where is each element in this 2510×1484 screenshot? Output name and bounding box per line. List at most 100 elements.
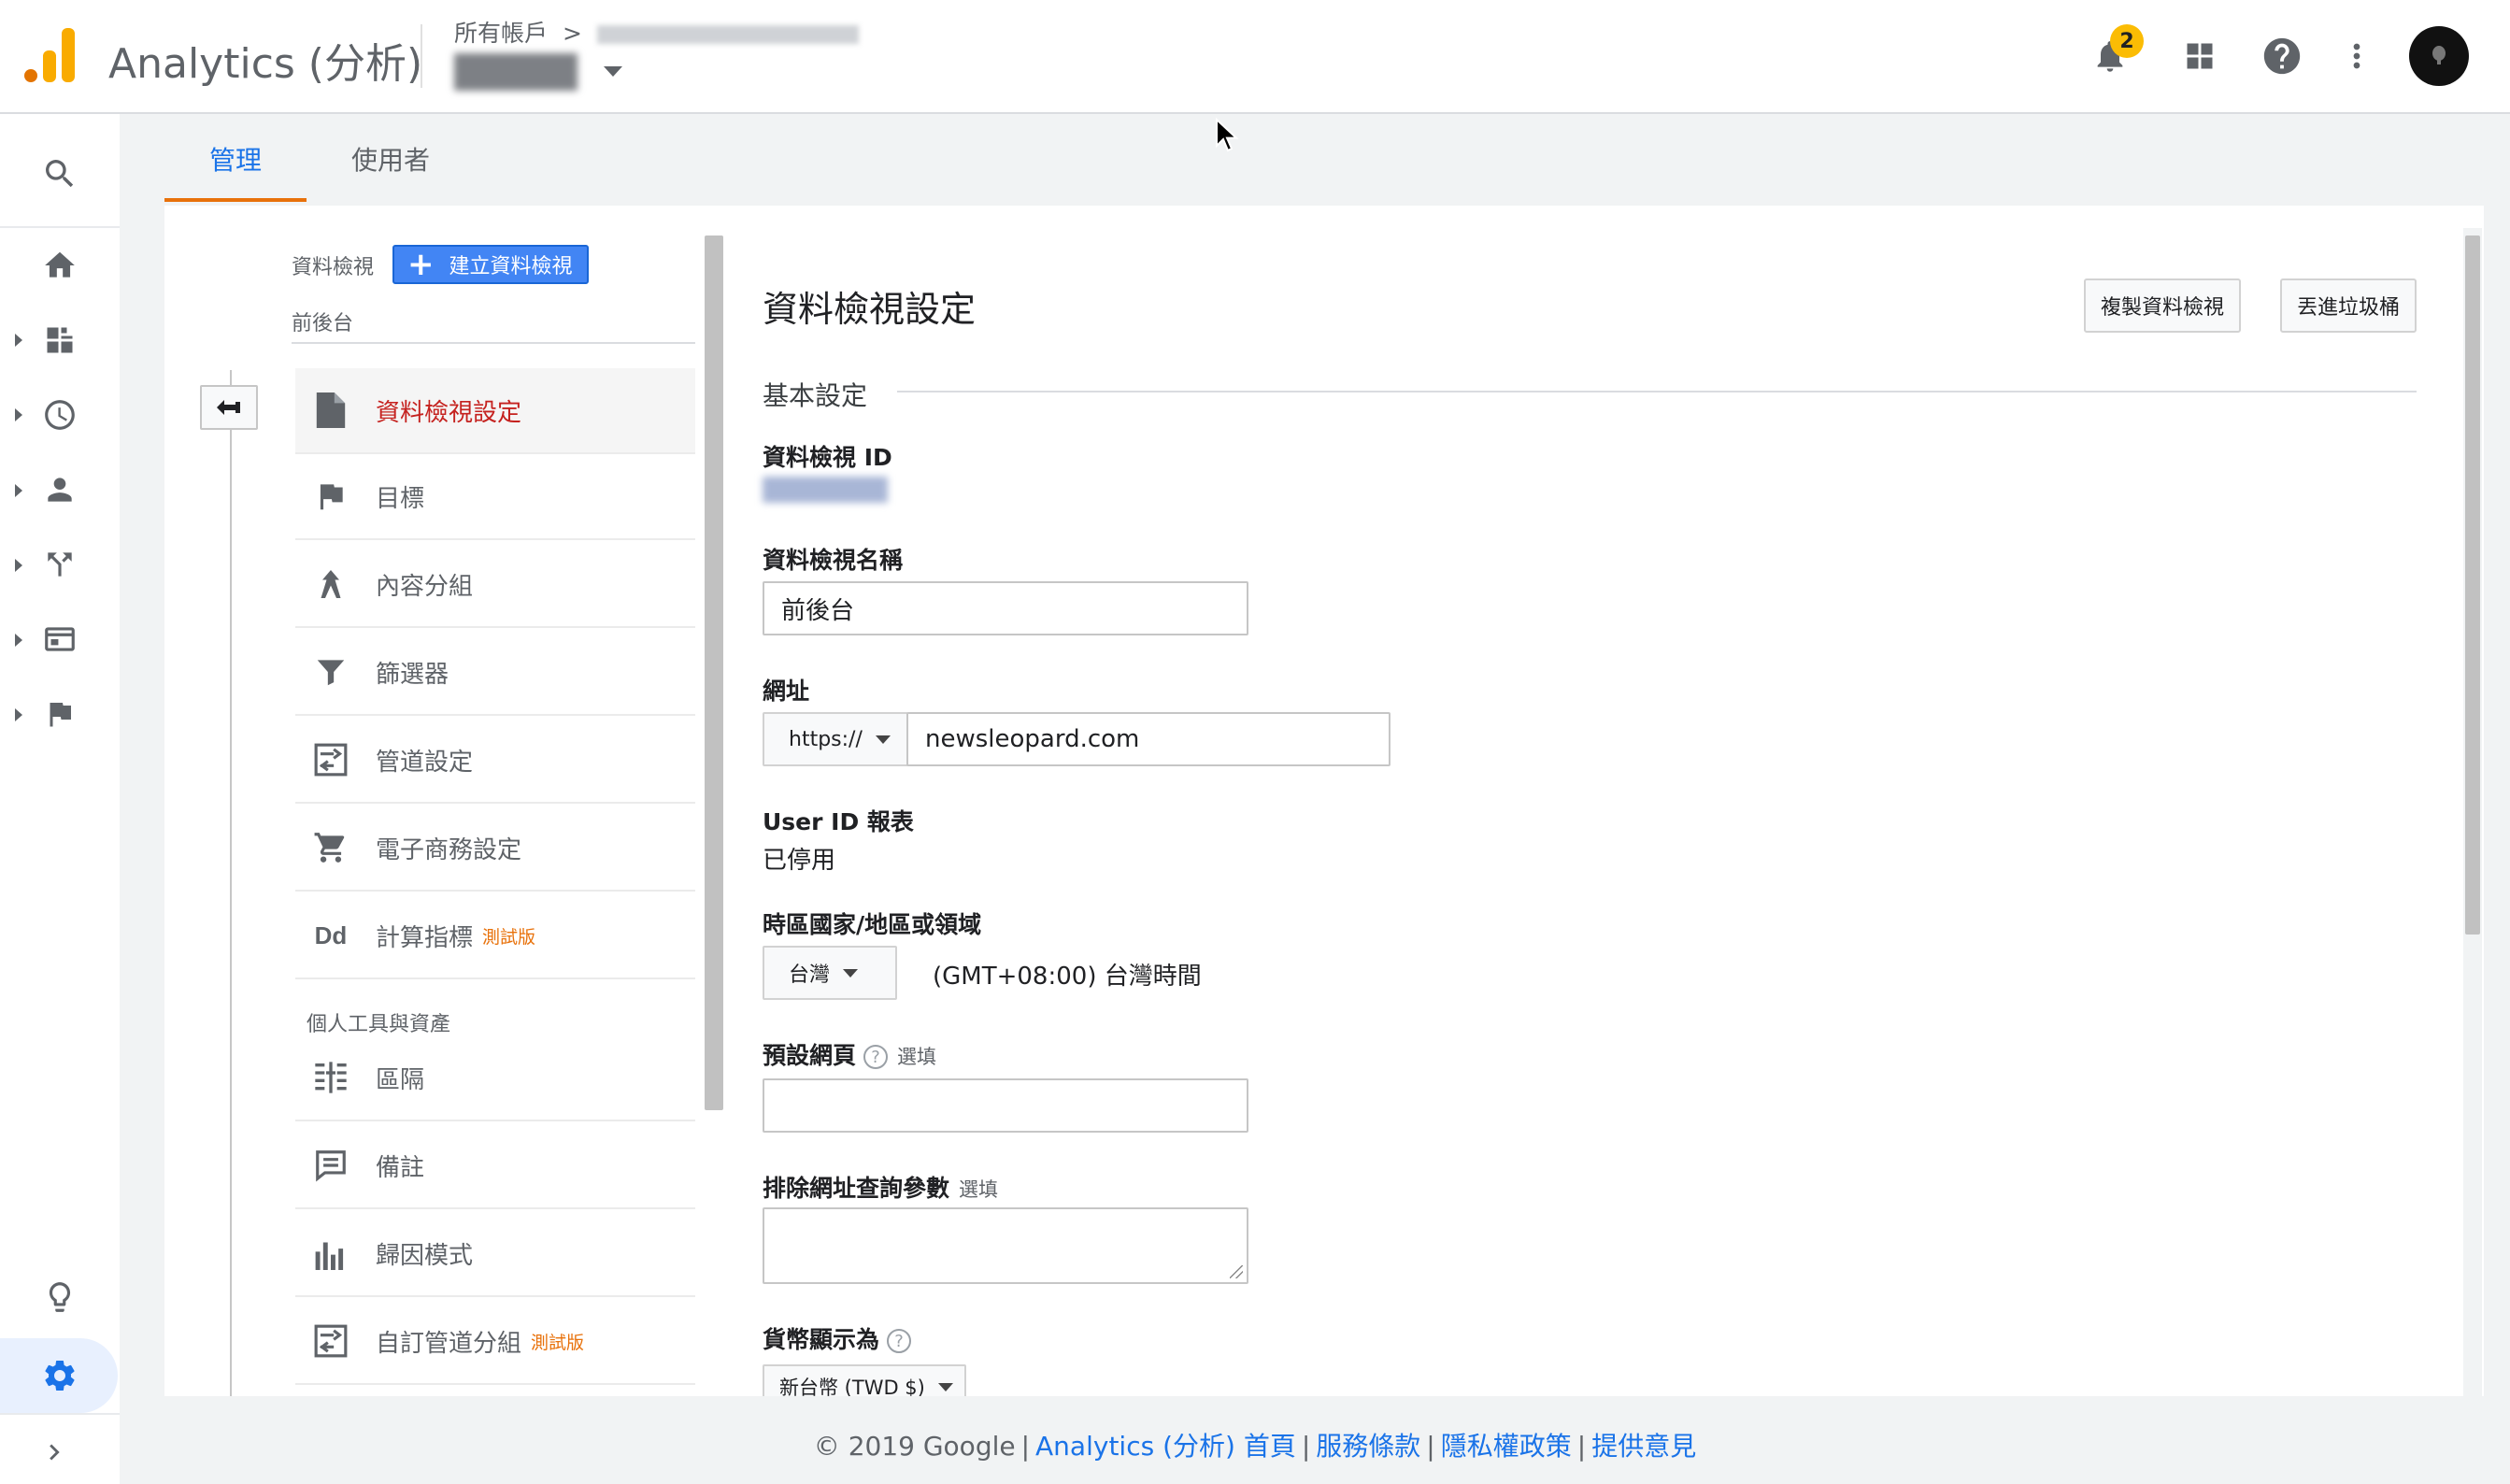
menu-attribution[interactable]: 歸因模式 [295, 1211, 695, 1297]
chevron-down-icon [843, 968, 859, 977]
menu-funnel-settings[interactable]: 管道設定 [295, 718, 695, 804]
header-divider [421, 24, 422, 88]
menu-label: 備註 [376, 1153, 425, 1182]
page-scrollbar[interactable] [2465, 235, 2480, 935]
nav-search[interactable] [34, 148, 86, 200]
create-view-label: 建立資料檢視 [449, 255, 573, 278]
flag-icon [50, 703, 71, 727]
help-button[interactable] [2254, 28, 2310, 84]
help-icon[interactable]: ? [863, 1045, 889, 1069]
nav-divider [0, 226, 120, 228]
dashboard-icon [47, 327, 73, 353]
section-basic-settings: 基本設定 [763, 376, 889, 413]
trash-button[interactable]: 丟進垃圾桶 [2280, 278, 2417, 333]
menu-content-grouping[interactable]: 內容分組 [295, 542, 695, 628]
tab-users[interactable]: 使用者 [351, 140, 430, 178]
custom-channel-icon [314, 1324, 348, 1358]
resize-handle-icon[interactable] [1230, 1265, 1243, 1278]
view-menu-scrollbar[interactable] [705, 235, 723, 1110]
avatar-image-icon [2432, 46, 2446, 64]
footer-privacy-link[interactable]: 隱私權政策 [1441, 1431, 1572, 1462]
help-icon[interactable]: ? [887, 1329, 912, 1353]
menu-label: 管道設定 [376, 748, 474, 777]
tab-admin[interactable]: 管理 [209, 140, 262, 178]
copy-view-button[interactable]: 複製資料檢視 [2084, 278, 2241, 333]
menu-label: 篩選器 [376, 660, 449, 689]
exclude-params-textarea[interactable] [763, 1207, 1248, 1284]
grid-icon [2187, 43, 2213, 69]
page-title: 資料檢視設定 [763, 289, 977, 330]
annotation-icon [316, 1150, 346, 1182]
footer-home-link[interactable]: Analytics (分析) 首頁 [1035, 1431, 1296, 1462]
url-label: 網址 [763, 678, 810, 705]
nav-acquisition[interactable] [34, 538, 86, 591]
view-name-input[interactable]: 前後台 [763, 581, 1248, 635]
home-icon [45, 251, 75, 278]
property-selector[interactable] [454, 49, 623, 91]
chevron-right-icon: > [562, 20, 582, 47]
nav-audience[interactable] [34, 464, 86, 516]
behavior-icon [45, 627, 75, 651]
currency-label: 貨幣顯示為? [763, 1321, 912, 1355]
protocol-select[interactable]: https:// [763, 712, 908, 766]
nav-conversions[interactable] [34, 688, 86, 740]
nav-realtime[interactable] [34, 389, 86, 441]
menu-label: 區隔 [376, 1065, 425, 1094]
website-url-input[interactable]: newsleopard.com [906, 712, 1390, 766]
lightbulb-icon [49, 1282, 71, 1312]
beta-badge: 測試版 [482, 926, 536, 948]
more-options-button[interactable] [2329, 28, 2385, 84]
view-id-label: 資料檢視 ID [763, 444, 892, 471]
user-id-value: 已停用 [763, 847, 836, 875]
filter-icon [317, 660, 345, 686]
search-icon [46, 160, 74, 188]
breadcrumb[interactable]: 所有帳戶 > [454, 15, 859, 49]
notifications-button[interactable]: 2 [2082, 24, 2144, 84]
menu-label: 電子商務設定 [376, 835, 522, 864]
timezone-country-select[interactable]: 台灣 [763, 946, 897, 1000]
menu-view-settings[interactable]: 資料檢視設定 [295, 368, 695, 454]
nav-divider [0, 1413, 120, 1415]
optional-tag: 選填 [959, 1178, 999, 1201]
content-grouping-icon [321, 570, 341, 598]
footer-terms-link[interactable]: 服務條款 [1316, 1431, 1420, 1462]
exclude-params-label: 排除網址查詢參數 選填 [763, 1170, 998, 1204]
breadcrumb-all-accounts[interactable]: 所有帳戶 [454, 20, 548, 47]
nav-behavior[interactable] [34, 613, 86, 665]
optional-tag: 選填 [897, 1046, 937, 1068]
expand-arrow-icon [15, 484, 22, 497]
create-view-button[interactable]: + 建立資料檢視 [392, 245, 589, 284]
menu-segments[interactable]: 區隔 [295, 1035, 695, 1121]
menu-ecommerce[interactable]: 電子商務設定 [295, 806, 695, 892]
view-divider [292, 342, 695, 344]
avatar[interactable] [2409, 26, 2469, 86]
nav-insights[interactable] [34, 1271, 86, 1323]
menu-calculated-metrics[interactable]: Dd 計算指標 測試版 [295, 893, 695, 979]
menu-annotations[interactable]: 備註 [295, 1123, 695, 1209]
nav-customization[interactable] [34, 314, 86, 366]
currency-label-text: 貨幣顯示為 [763, 1326, 880, 1353]
nav-home[interactable] [34, 239, 86, 292]
footer-feedback-link[interactable]: 提供意見 [1591, 1431, 1696, 1462]
current-view-name[interactable]: 前後台 [292, 307, 353, 336]
currency-select[interactable]: 新台幣 (TWD $) [763, 1364, 966, 1396]
personal-tools-title: 個人工具與資產 [307, 1013, 451, 1036]
default-page-input[interactable] [763, 1078, 1248, 1133]
exclude-params-label-text: 排除網址查詢參數 [763, 1175, 950, 1202]
timezone-value: (GMT+08:00) 台灣時間 [933, 963, 1202, 991]
clock-icon [45, 400, 75, 430]
menu-goals[interactable]: 目標 [295, 454, 695, 540]
top-header: Analytics (分析) 所有帳戶 > 2 [0, 0, 2510, 114]
currency-clip: 新台幣 (TWD $) [0, 1364, 2510, 1396]
account-name-redacted [596, 25, 859, 44]
back-button[interactable] [200, 385, 258, 430]
menu-filters[interactable]: 篩選器 [295, 630, 695, 716]
cart-icon [314, 833, 345, 863]
chevron-down-icon [875, 735, 891, 744]
funnel-settings-icon [314, 743, 348, 777]
analytics-logo[interactable] [24, 28, 75, 82]
document-icon [316, 392, 346, 428]
expand-arrow-icon [15, 559, 22, 572]
flag-icon [320, 484, 343, 510]
apps-button[interactable] [2172, 28, 2228, 84]
